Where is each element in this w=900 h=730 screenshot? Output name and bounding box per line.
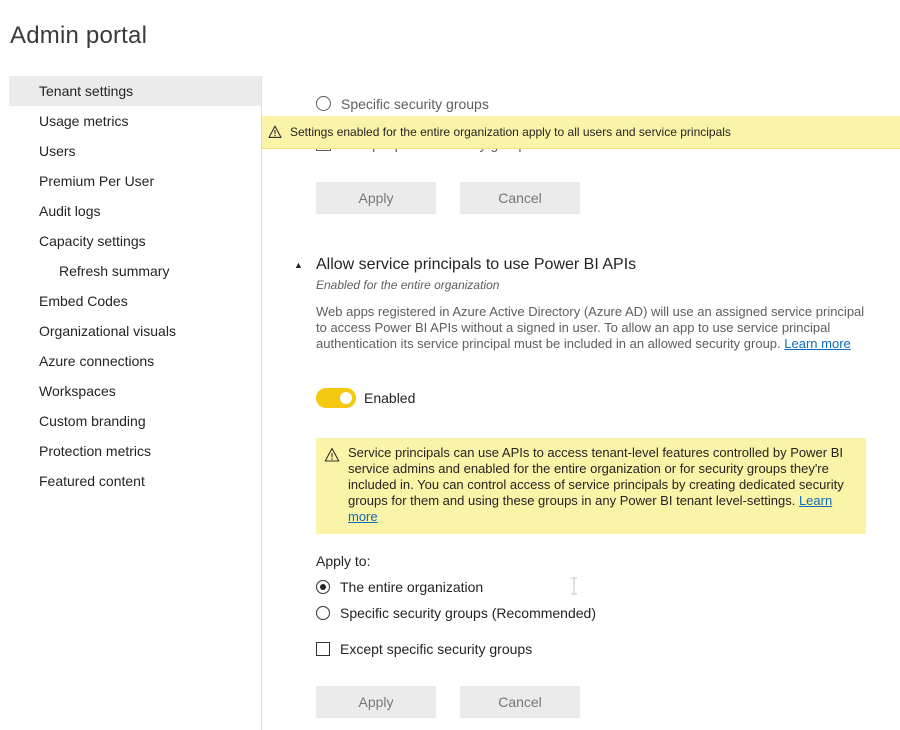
enable-toggle-row: Enabled — [316, 388, 415, 408]
warning-icon — [324, 447, 340, 462]
apply-button[interactable]: Apply — [316, 686, 436, 718]
section-description: Web apps registered in Azure Active Dire… — [316, 304, 868, 352]
toggle-label: Enabled — [364, 390, 416, 406]
sidebar-item-embed-codes[interactable]: Embed Codes — [9, 286, 261, 316]
cancel-button-previous[interactable]: Cancel — [460, 182, 580, 214]
info-text: Service principals can use APIs to acces… — [348, 438, 866, 525]
specific-groups-radio[interactable]: Specific security groups (Recommended) — [316, 604, 596, 622]
enable-toggle[interactable] — [316, 388, 356, 408]
radio-selected-icon — [316, 580, 330, 594]
sidebar: Tenant settings Usage metrics Users Prem… — [9, 76, 262, 730]
service-principal-info-box: Service principals can use APIs to acces… — [316, 438, 866, 534]
sidebar-item-audit-logs[interactable]: Audit logs — [9, 196, 261, 226]
apply-button-previous[interactable]: Apply — [316, 182, 436, 214]
apply-to-label: Apply to: — [316, 553, 371, 569]
warning-icon — [268, 125, 282, 138]
settings-content: Specific security groups Except specific… — [262, 76, 900, 730]
sidebar-item-workspaces[interactable]: Workspaces — [9, 376, 261, 406]
description-text: Web apps registered in Azure Active Dire… — [316, 304, 865, 351]
page-title: Admin portal — [10, 22, 148, 49]
except-groups-checkbox[interactable]: Except specific security groups — [316, 640, 532, 658]
text-cursor-icon — [571, 577, 577, 595]
sidebar-item-usage-metrics[interactable]: Usage metrics — [9, 106, 261, 136]
cancel-button[interactable]: Cancel — [460, 686, 580, 718]
section-status: Enabled for the entire organization — [316, 278, 500, 292]
entire-organization-radio[interactable]: The entire organization — [316, 578, 483, 596]
org-wide-warning-banner: Settings enabled for the entire organiza… — [262, 116, 900, 149]
sidebar-item-users[interactable]: Users — [9, 136, 261, 166]
sidebar-item-organizational-visuals[interactable]: Organizational visuals — [9, 316, 261, 346]
banner-text: Settings enabled for the entire organiza… — [290, 125, 731, 139]
radio-label: Specific security groups — [341, 96, 489, 112]
toggle-knob — [340, 392, 352, 404]
collapse-caret-icon[interactable]: ▲ — [294, 260, 303, 270]
radio-icon — [316, 606, 330, 620]
sidebar-item-featured-content[interactable]: Featured content — [9, 466, 261, 496]
sidebar-item-premium-per-user[interactable]: Premium Per User — [9, 166, 261, 196]
radio-icon — [316, 96, 331, 111]
specific-groups-radio-partial[interactable]: Specific security groups — [316, 96, 489, 112]
learn-more-link[interactable]: Learn more — [784, 336, 850, 351]
checkbox-label: Except specific security groups — [340, 641, 533, 657]
info-message: Service principals can use APIs to acces… — [348, 445, 844, 508]
sidebar-item-azure-connections[interactable]: Azure connections — [9, 346, 261, 376]
radio-label: Specific security groups (Recommended) — [340, 605, 596, 621]
sidebar-item-capacity-settings[interactable]: Capacity settings — [9, 226, 261, 256]
sidebar-item-protection-metrics[interactable]: Protection metrics — [9, 436, 261, 466]
sidebar-item-refresh-summary[interactable]: Refresh summary — [9, 256, 261, 286]
sidebar-item-custom-branding[interactable]: Custom branding — [9, 406, 261, 436]
sidebar-item-tenant-settings[interactable]: Tenant settings — [9, 76, 261, 106]
checkbox-icon — [316, 642, 330, 656]
radio-label: The entire organization — [340, 579, 484, 595]
section-title: Allow service principals to use Power BI… — [316, 256, 637, 273]
